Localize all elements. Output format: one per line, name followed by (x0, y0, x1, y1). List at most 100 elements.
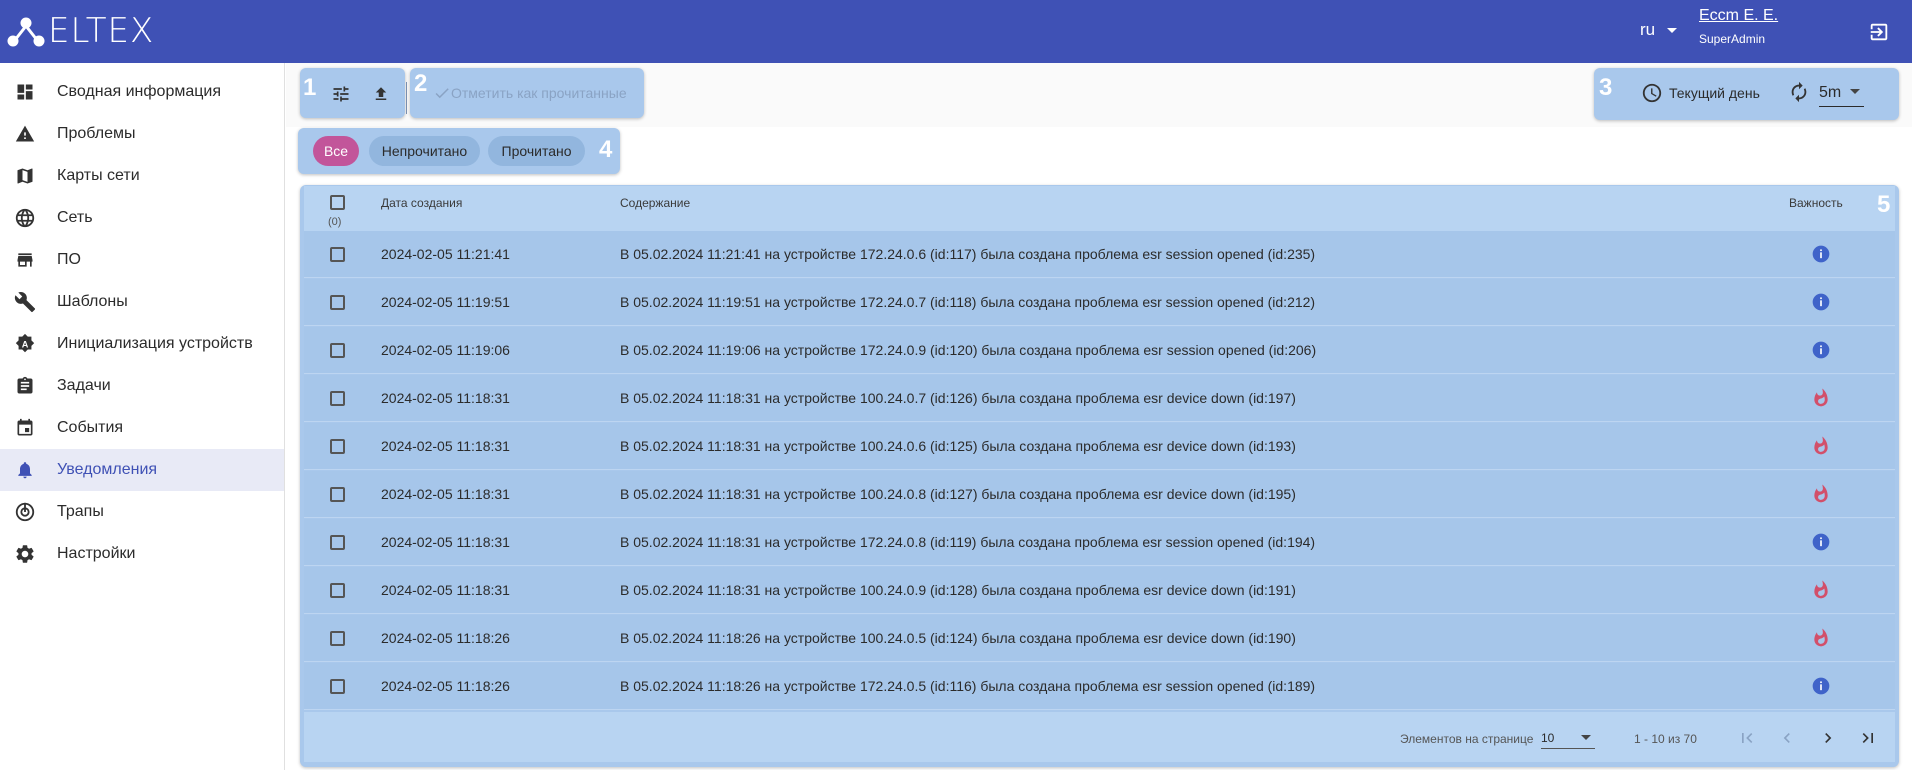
clock-icon (1642, 83, 1662, 103)
row-date: 2024-02-05 11:18:31 (381, 582, 510, 598)
fire-icon (1810, 579, 1832, 601)
sidebar-item-traps[interactable]: Трапы (0, 491, 284, 533)
sidebar-item-label: Шаблоны (57, 293, 128, 310)
last-page-button[interactable] (1856, 726, 1880, 750)
sidebar-item-label: ПО (57, 251, 81, 268)
sidebar-item-network[interactable]: Сеть (0, 197, 284, 239)
table-header (304, 186, 1895, 231)
row-checkbox[interactable] (330, 679, 345, 694)
dashboard-icon (14, 82, 36, 102)
table-row[interactable]: 2024-02-05 11:18:31 В 05.02.2024 11:18:31… (304, 567, 1895, 614)
filter-chip-unread[interactable]: Непрочитано (369, 136, 480, 166)
table-row[interactable]: 2024-02-05 11:21:41 В 05.02.2024 11:21:41… (304, 231, 1895, 278)
export-button[interactable] (369, 82, 393, 106)
callout-number-3: 3 (1599, 74, 1613, 101)
first-page-button[interactable] (1735, 726, 1759, 750)
sidebar-item-events[interactable]: События (0, 407, 284, 449)
row-checkbox[interactable] (330, 583, 345, 598)
upload-icon (375, 87, 387, 100)
row-checkbox[interactable] (330, 391, 345, 406)
filter-chip-read[interactable]: Прочитано (488, 136, 585, 166)
chevron-down-icon (1667, 27, 1678, 33)
table-row[interactable]: 2024-02-05 11:18:31 В 05.02.2024 11:18:31… (304, 519, 1895, 566)
row-checkbox[interactable] (330, 247, 345, 262)
row-date: 2024-02-05 11:18:31 (381, 438, 510, 454)
callout-number-5: 5 (1877, 191, 1891, 218)
mark-as-read-button[interactable]: Отметить как прочитанные (433, 84, 627, 102)
autorenew-icon (1791, 81, 1807, 103)
clipboard-icon (14, 376, 36, 396)
row-content: В 05.02.2024 11:18:26 на устройстве 172.… (620, 678, 1316, 694)
info-icon (1810, 339, 1832, 361)
table-row[interactable]: 2024-02-05 11:18:31 В 05.02.2024 11:18:31… (304, 375, 1895, 422)
map-icon (14, 166, 36, 186)
row-checkbox[interactable] (330, 487, 345, 502)
row-content: В 05.02.2024 11:21:41 на устройстве 172.… (620, 246, 1316, 262)
filter-chip-all[interactable]: Все (313, 136, 359, 166)
row-checkbox[interactable] (330, 631, 345, 646)
store-icon (14, 250, 36, 270)
logout-button[interactable] (1868, 21, 1890, 48)
trap-icon (14, 502, 36, 522)
logout-icon (1870, 23, 1888, 41)
row-date: 2024-02-05 11:18:26 (381, 630, 510, 646)
tune-icon (333, 86, 349, 102)
sidebar-item-device-init[interactable]: A Инициализация устройств (0, 323, 284, 365)
previous-page-button[interactable] (1775, 726, 1799, 750)
sidebar-item-label: Настройки (57, 545, 136, 562)
sidebar-item-tasks[interactable]: Задачи (0, 365, 284, 407)
chevron-right-icon (1825, 733, 1832, 743)
sidebar-item-notifications[interactable]: Уведомления (0, 449, 284, 491)
sidebar-item-templates[interactable]: Шаблоны (0, 281, 284, 323)
svg-text:A: A (22, 340, 29, 350)
period-button[interactable]: Текущий день (1641, 82, 1760, 104)
row-content: В 05.02.2024 11:18:31 на устройстве 100.… (620, 582, 1296, 598)
row-checkbox[interactable] (330, 439, 345, 454)
callout-number-1: 1 (303, 74, 317, 101)
row-checkbox[interactable] (330, 343, 345, 358)
sidebar-item-settings[interactable]: Настройки (0, 533, 284, 575)
language-value: ru (1640, 20, 1656, 39)
next-page-button[interactable] (1816, 726, 1840, 750)
sidebar-item-network-maps[interactable]: Карты сети (0, 155, 284, 197)
sidebar-item-software[interactable]: ПО (0, 239, 284, 281)
fire-icon (1810, 387, 1832, 409)
eltex-logo[interactable]: ELTEX (6, 12, 154, 50)
sidebar-item-problems[interactable]: Проблемы (0, 113, 284, 155)
table-row[interactable]: 2024-02-05 11:18:26 В 05.02.2024 11:18:26… (304, 663, 1895, 710)
refresh-button[interactable] (1788, 81, 1810, 108)
gear-icon (14, 544, 36, 564)
row-date: 2024-02-05 11:21:41 (381, 246, 510, 262)
table-row[interactable]: 2024-02-05 11:18:31 В 05.02.2024 11:18:31… (304, 471, 1895, 518)
table-row[interactable]: 2024-02-05 11:19:51 В 05.02.2024 11:19:51… (304, 279, 1895, 326)
info-icon (1810, 531, 1832, 553)
chevron-left-icon (1783, 733, 1790, 743)
language-select[interactable]: ru (1640, 20, 1678, 40)
column-header-severity[interactable]: Важность (1789, 196, 1843, 210)
filter-settings-button[interactable] (329, 82, 353, 106)
refresh-interval-value: 5m (1819, 84, 1842, 101)
column-header-content[interactable]: Содержание (620, 196, 690, 210)
last-page-icon (1862, 733, 1873, 743)
row-date: 2024-02-05 11:19:06 (381, 342, 510, 358)
row-checkbox[interactable] (330, 295, 345, 310)
row-content: В 05.02.2024 11:18:31 на устройстве 100.… (620, 438, 1296, 454)
select-all-checkbox[interactable] (330, 195, 345, 210)
fire-icon (1810, 627, 1832, 649)
user-name-link[interactable]: Еcсm Е. Е. (1699, 7, 1778, 25)
row-content: В 05.02.2024 11:19:06 на устройстве 172.… (620, 342, 1317, 358)
per-page-select[interactable]: 10 (1541, 727, 1595, 749)
table-row[interactable]: 2024-02-05 11:18:31 В 05.02.2024 11:18:31… (304, 423, 1895, 470)
callout-number-4: 4 (599, 136, 613, 163)
calendar-icon (14, 418, 36, 438)
period-label: Текущий день (1669, 85, 1760, 101)
table-row[interactable]: 2024-02-05 11:19:06 В 05.02.2024 11:19:06… (304, 327, 1895, 374)
user-menu: Еcсm Е. Е. SuperAdmin (1699, 7, 1778, 46)
table-row[interactable]: 2024-02-05 11:18:26 В 05.02.2024 11:18:26… (304, 615, 1895, 662)
column-header-date[interactable]: Дата создания (381, 196, 462, 210)
row-checkbox[interactable] (330, 535, 345, 550)
sidebar-item-summary[interactable]: Сводная информация (0, 71, 284, 113)
auto-setup-icon: A (14, 333, 36, 354)
refresh-interval-select[interactable]: 5m (1819, 80, 1864, 107)
sidebar-item-label: Инициализация устройств (57, 335, 253, 352)
